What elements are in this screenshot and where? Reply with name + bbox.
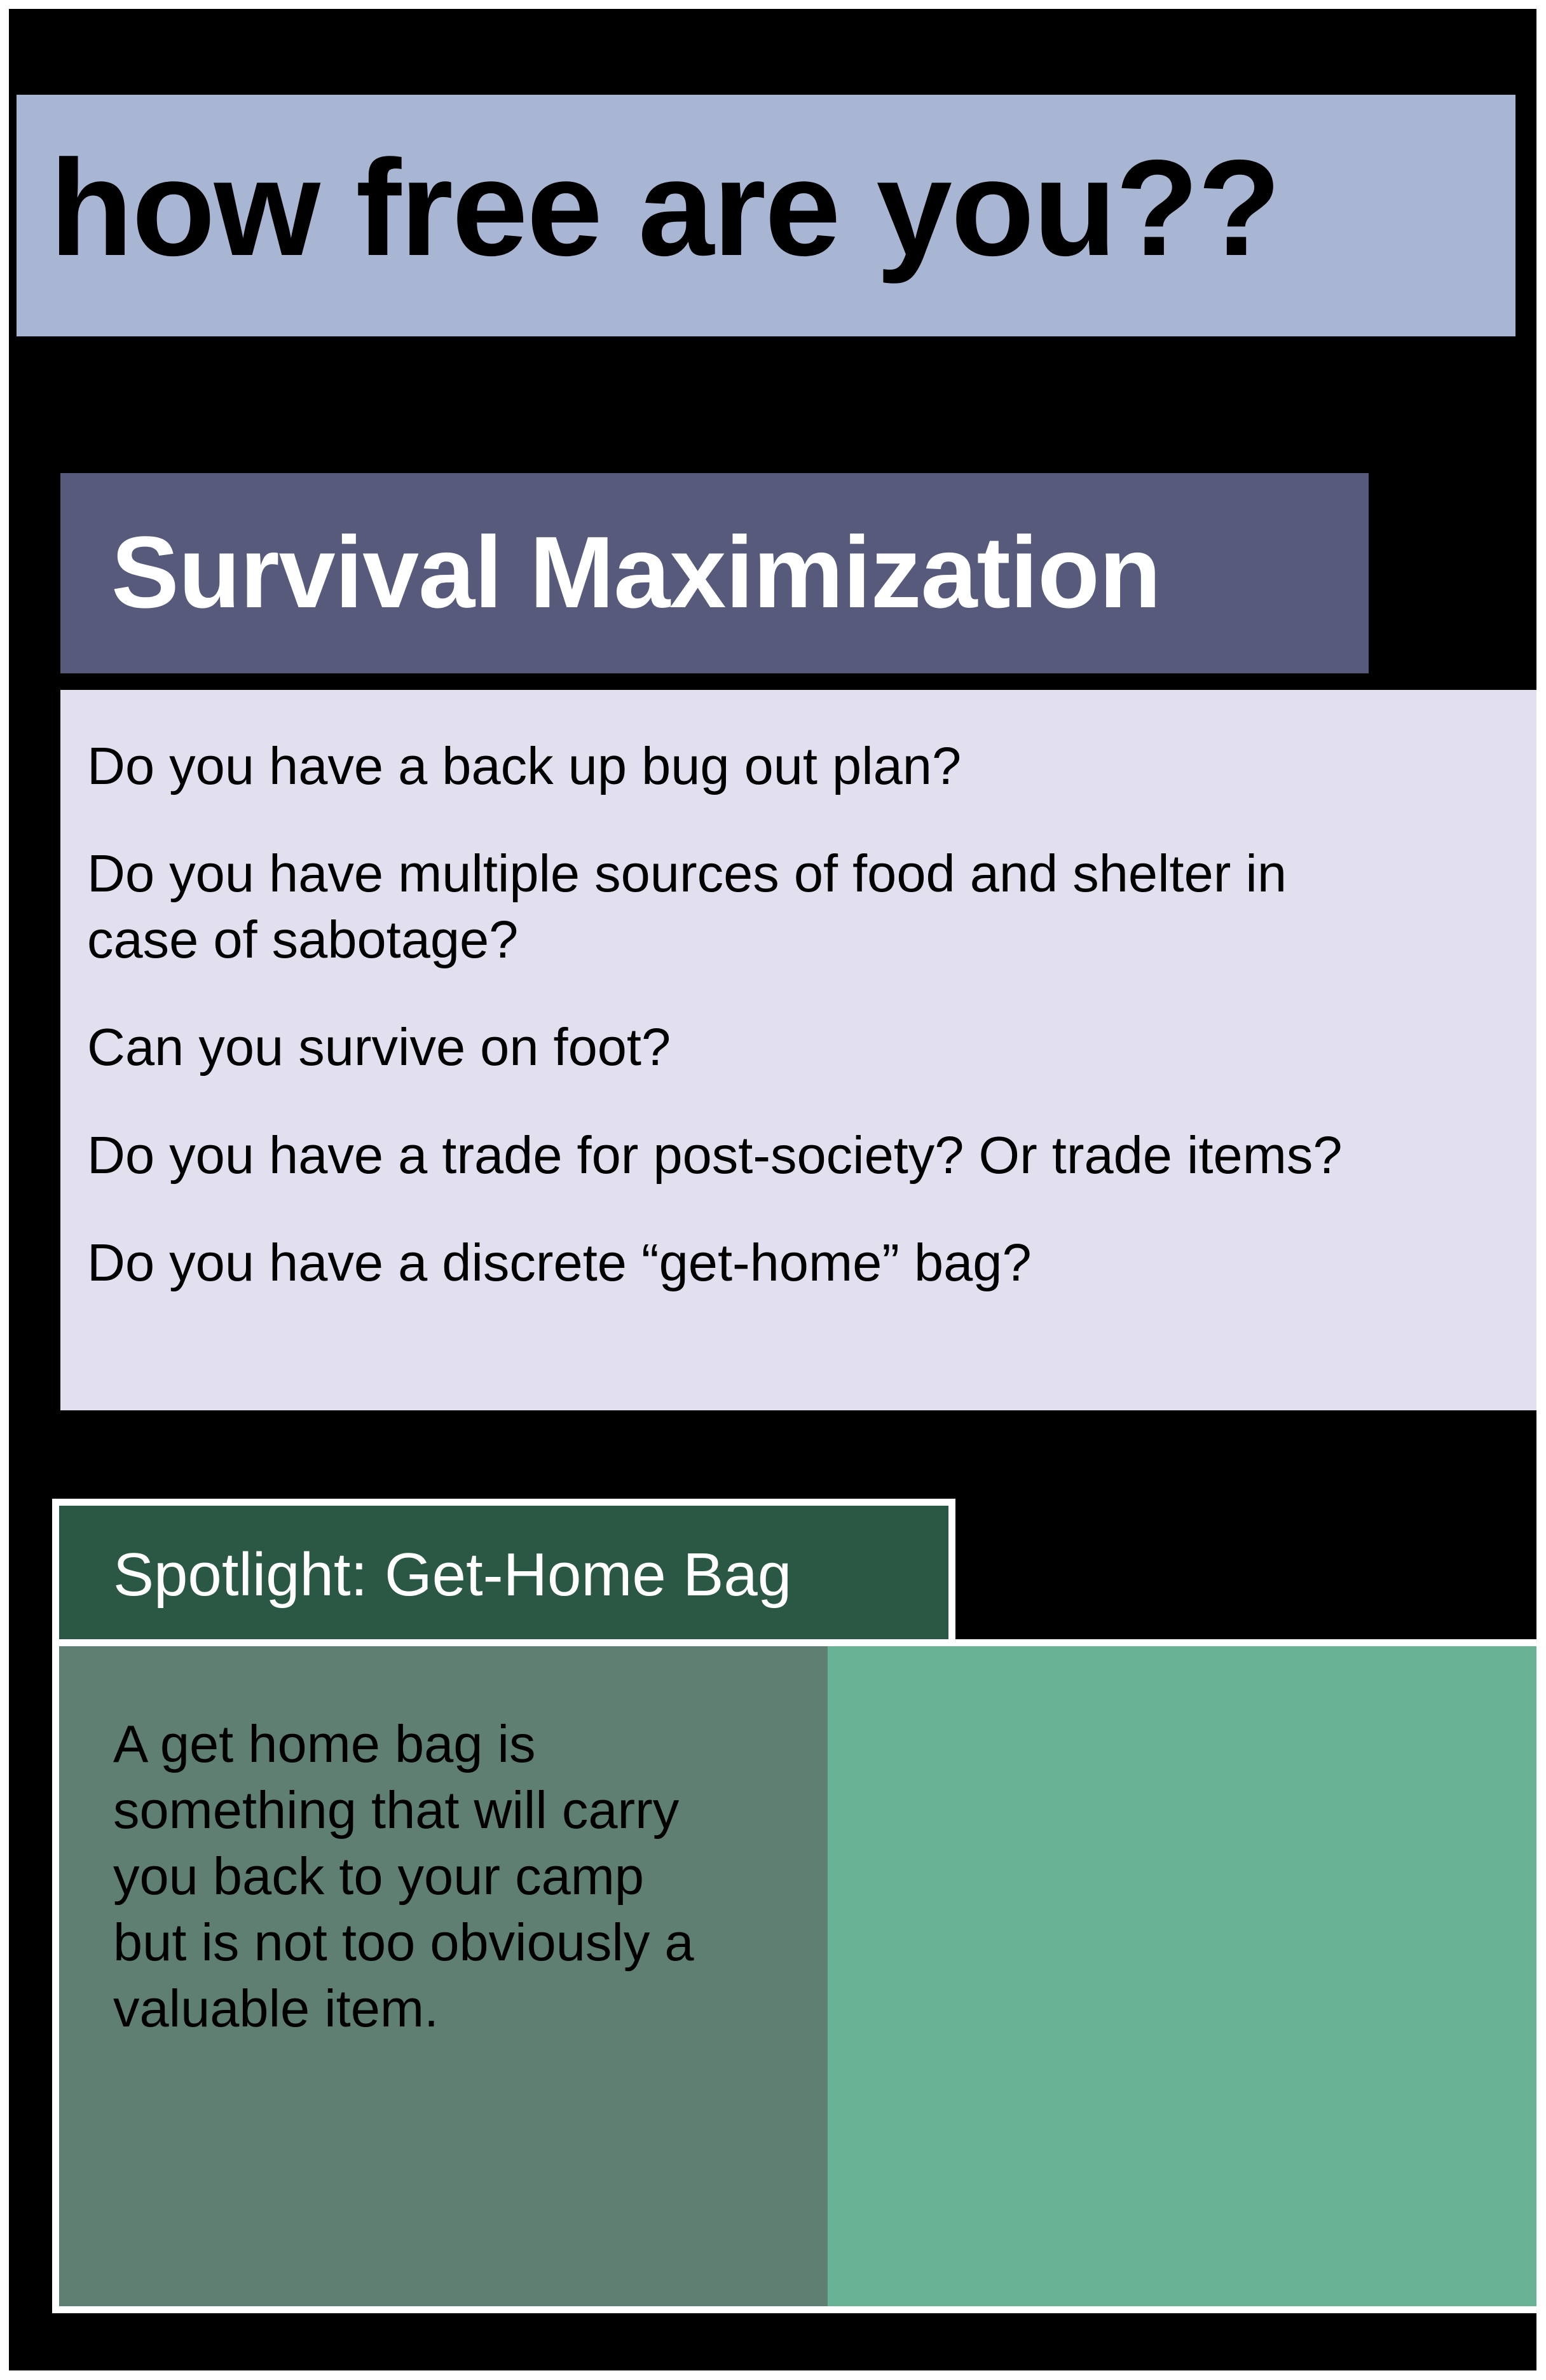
spotlight-heading: Spotlight: Get-Home Bag xyxy=(113,1541,792,1609)
spotlight-line: but is not too obviously a xyxy=(113,1913,694,1972)
spotlight-line: valuable item. xyxy=(113,1979,439,2038)
spotlight-tab: Spotlight: Get-Home Bag xyxy=(52,1499,955,1644)
page-title: how free are you?? xyxy=(50,131,1281,284)
spotlight-line: you back to your camp xyxy=(113,1847,645,1906)
question-item: Do you have multiple sources of food and… xyxy=(87,844,1287,903)
spotlight-line: A get home bag is xyxy=(113,1714,536,1773)
page: how free are you?? Survival Maximization… xyxy=(0,0,1546,2380)
question-item: Can you survive on foot? xyxy=(87,1017,671,1077)
spotlight-image-placeholder xyxy=(828,1646,1536,2306)
title-banner: how free are you?? xyxy=(17,95,1515,336)
spotlight-description: A get home bag is something that will ca… xyxy=(113,1711,812,2042)
spotlight-body: A get home bag is something that will ca… xyxy=(52,1639,1536,2313)
section-header: Survival Maximization xyxy=(60,473,1369,673)
question-item: Do you have a back up bug out plan? xyxy=(87,736,962,795)
spotlight-text-panel: A get home bag is something that will ca… xyxy=(59,1646,828,2306)
question-item: Do you have a discrete “get-home” bag? xyxy=(87,1233,1032,1292)
question-item: Do you have a trade for post-society? Or… xyxy=(87,1125,1343,1185)
question-item-continued: case of sabotage? xyxy=(87,910,519,969)
question-panel: Do you have a back up bug out plan? Do y… xyxy=(60,690,1536,1410)
spotlight-line: something that will carry xyxy=(113,1780,680,1840)
section-heading: Survival Maximization xyxy=(111,515,1161,629)
